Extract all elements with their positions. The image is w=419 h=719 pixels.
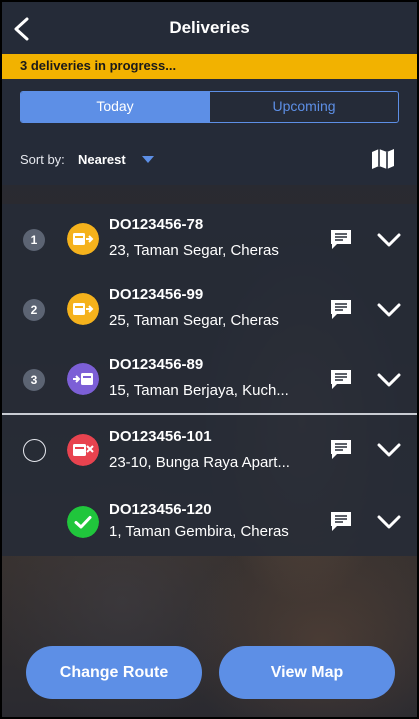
delivery-list: 1 DO123456-78 23, Taman Segar, Cheras 2 [2,204,417,556]
delivery-address: 15, Taman Berjaya, Kuch... [109,382,289,399]
sort-dropdown[interactable]: Nearest [78,152,126,167]
tab-today[interactable]: Today [21,92,209,122]
delivery-address: 1, Taman Gembira, Cheras [109,523,289,540]
progress-banner: 3 deliveries in progress... [2,54,417,79]
sequence-badge: 2 [23,299,45,321]
page-title: Deliveries [169,18,250,37]
delivery-id: DO123456-120 [109,501,212,518]
delivery-address: 25, Taman Segar, Cheras [109,312,279,329]
delivery-id: DO123456-99 [109,286,204,303]
chevron-down-icon[interactable] [377,372,401,388]
failed-delivery-icon [67,434,99,466]
message-icon[interactable] [329,368,353,390]
delivery-id: DO123456-78 [109,216,204,233]
message-icon[interactable] [329,510,353,532]
toolbar: Today Upcoming Sort by: Nearest [2,79,417,185]
truck-out-icon [67,293,99,325]
sequence-badge: 3 [23,369,45,391]
section-divider [2,413,417,415]
chevron-down-icon[interactable] [377,232,401,248]
truck-out-icon [67,223,99,255]
sort-label: Sort by: [20,152,65,167]
delivery-id: DO123456-101 [109,428,212,445]
chevron-down-icon[interactable] [377,514,401,530]
tab-bar: Today Upcoming [20,91,399,123]
delivery-id: DO123456-89 [109,356,204,373]
view-map-button[interactable]: View Map [219,646,395,699]
message-icon[interactable] [329,438,353,460]
header-bar: Deliveries [2,2,417,54]
message-icon[interactable] [329,228,353,250]
check-icon [67,506,99,538]
chevron-down-icon[interactable] [377,442,401,458]
list-item[interactable]: DO123456-101 23-10, Bunga Raya Apart... [2,416,417,486]
sequence-badge: 1 [23,229,45,251]
map-icon[interactable] [371,148,395,170]
select-radio[interactable] [23,439,46,462]
truck-in-icon [67,363,99,395]
list-item[interactable]: 1 DO123456-78 23, Taman Segar, Cheras [2,204,417,274]
caret-down-icon[interactable] [142,156,154,164]
tab-upcoming[interactable]: Upcoming [209,92,398,122]
list-item[interactable]: 2 DO123456-99 25, Taman Segar, Cheras [2,274,417,344]
list-item[interactable]: 3 DO123456-89 15, Taman Berjaya, Kuch... [2,344,417,414]
message-icon[interactable] [329,298,353,320]
delivery-address: 23-10, Bunga Raya Apart... [109,454,290,471]
list-item[interactable]: DO123456-120 1, Taman Gembira, Cheras [2,490,417,560]
app-screen: Deliveries 3 deliveries in progress... T… [0,0,419,719]
chevron-down-icon[interactable] [377,302,401,318]
delivery-address: 23, Taman Segar, Cheras [109,242,279,259]
change-route-button[interactable]: Change Route [26,646,202,699]
